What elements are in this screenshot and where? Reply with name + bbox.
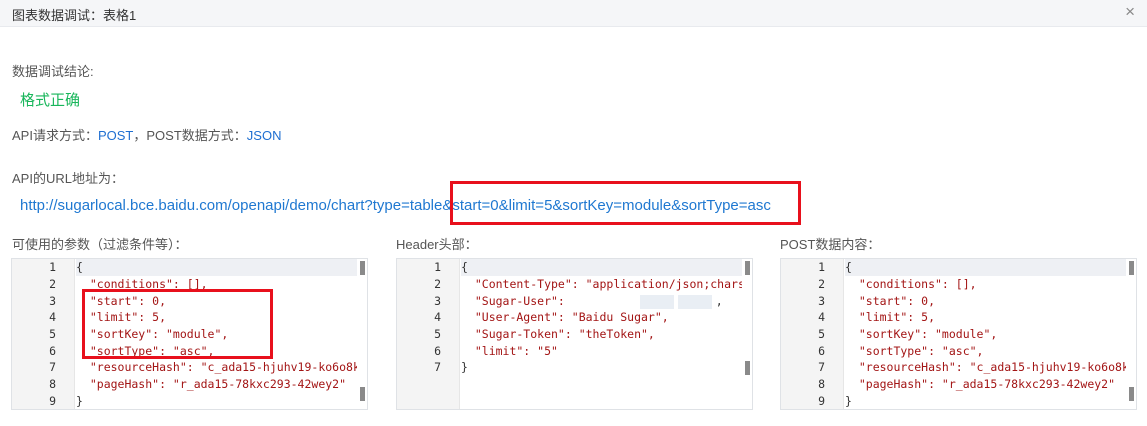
- line-number: 1: [434, 260, 441, 274]
- line-number: 5: [49, 327, 56, 341]
- line-number: 7: [49, 360, 56, 374]
- line-number: 8: [49, 377, 56, 391]
- code-line: {: [76, 260, 83, 274]
- code-line: "start": 0,: [845, 294, 936, 308]
- scrollbar-thumb[interactable]: [1129, 261, 1134, 275]
- line-number: 5: [434, 327, 441, 341]
- code-line: "limit": 5,: [845, 310, 936, 324]
- line-number: 2: [49, 277, 56, 291]
- api-method-value: POST: [97, 128, 134, 143]
- code-line: "limit": 5,: [76, 310, 167, 324]
- dialog-titlebar: 图表数据调试：表格1 ×: [0, 0, 1147, 27]
- line-number: 4: [818, 310, 825, 324]
- code-line: }: [845, 394, 852, 408]
- code-line: }: [461, 360, 468, 374]
- api-method-line: API请求方式：POST，POST数据方式：JSON: [12, 125, 281, 144]
- line-number: 9: [818, 394, 825, 408]
- scrollbar-thumb[interactable]: [360, 387, 365, 401]
- scrollbar-thumb[interactable]: [360, 261, 365, 275]
- params-code[interactable]: { "conditions": [], "start": 0, "limit":…: [76, 259, 357, 409]
- post-code[interactable]: { "conditions": [], "start": 0, "limit":…: [845, 259, 1126, 409]
- header-gutter: 1 2 3 4 5 6 7: [397, 259, 460, 409]
- post-editor[interactable]: 1 2 3 4 5 6 7 8 9 { "conditions": [], "s…: [780, 258, 1137, 410]
- result-label: 数据调试结论:: [12, 64, 94, 79]
- sugar-user-key: "Sugar-User":: [461, 294, 572, 308]
- params-editor[interactable]: 1 2 3 4 5 6 7 8 9 { "conditions": [], "s…: [11, 258, 368, 410]
- line-number: 1: [49, 260, 56, 274]
- code-line: "resourceHash": "c_ada15-hjuhv19-ko6o8k"…: [76, 360, 357, 374]
- code-line: "Sugar-Token": "theToken",: [461, 327, 655, 341]
- code-line: "User-Agent": "Baidu Sugar",: [461, 310, 669, 324]
- line-number: 6: [49, 344, 56, 358]
- line-number: 3: [49, 294, 56, 308]
- result-value: 格式正确: [20, 92, 81, 109]
- header-editor[interactable]: 1 2 3 4 5 6 7 { "Content-Type": "applica…: [396, 258, 753, 410]
- line-number: 6: [434, 344, 441, 358]
- code-line: {: [461, 260, 468, 274]
- api-post-format: JSON: [246, 128, 282, 143]
- code-line: "start": 0,: [76, 294, 167, 308]
- line-number: 4: [434, 310, 441, 324]
- code-line: "conditions": [],: [845, 277, 977, 291]
- code-line: "sortKey": "module",: [76, 327, 229, 341]
- api-method-prefix: API请求方式：: [12, 128, 98, 143]
- code-line: "resourceHash": "c_ada15-hjuhv19-ko6o8k"…: [845, 360, 1126, 374]
- line-number: 3: [818, 294, 825, 308]
- scrollbar-thumb[interactable]: [1129, 387, 1134, 401]
- post-gutter: 1 2 3 4 5 6 7 8 9: [781, 259, 844, 409]
- post-label: POST数据内容：: [780, 237, 881, 252]
- line-number: 1: [818, 260, 825, 274]
- code-line: "limit": "5": [461, 344, 558, 358]
- active-line-highlight: [461, 259, 742, 276]
- line-number: 2: [818, 277, 825, 291]
- line-number: 2: [434, 277, 441, 291]
- scrollbar-thumb[interactable]: [745, 361, 750, 375]
- code-line: "pageHash": "r_ada15-78kxc293-42wey2": [845, 377, 1116, 391]
- active-line-highlight: [76, 259, 357, 276]
- params-gutter: 1 2 3 4 5 6 7 8 9: [12, 259, 75, 409]
- redacted-value: [677, 294, 712, 309]
- code-line: "Sugar-User": ,: [461, 294, 723, 309]
- code-line: }: [76, 394, 83, 408]
- url-label: API的URL地址为：: [12, 171, 124, 186]
- api-url-link[interactable]: http://sugarlocal.bce.baidu.com/openapi/…: [20, 197, 771, 214]
- close-icon[interactable]: ×: [1125, 2, 1135, 22]
- line-number: 7: [434, 360, 441, 374]
- dialog-title: 图表数据调试：表格1: [12, 8, 137, 23]
- line-number: 7: [818, 360, 825, 374]
- line-number: 5: [818, 327, 825, 341]
- api-post-prefix: ，POST数据方式：: [133, 128, 247, 143]
- header-code[interactable]: { "Content-Type": "application/json;char…: [461, 259, 742, 409]
- code-line: "sortKey": "module",: [845, 327, 998, 341]
- code-line: "sortType": "asc",: [76, 344, 215, 358]
- code-line: "Content-Type": "application/json;charse…: [461, 277, 742, 291]
- redacted-value: [639, 294, 674, 309]
- params-label: 可使用的参数（过滤条件等）：: [12, 237, 188, 252]
- code-line: "conditions": [],: [76, 277, 208, 291]
- code-line: {: [845, 260, 852, 274]
- code-line: "pageHash": "r_ada15-78kxc293-42wey2": [76, 377, 347, 391]
- code-line: "sortType": "asc",: [845, 344, 984, 358]
- active-line-highlight: [845, 259, 1126, 276]
- line-number: 9: [49, 394, 56, 408]
- line-number: 4: [49, 310, 56, 324]
- line-number: 8: [818, 377, 825, 391]
- line-number: 6: [818, 344, 825, 358]
- line-number: 3: [434, 294, 441, 308]
- scrollbar-thumb[interactable]: [745, 261, 750, 275]
- header-label: Header头部：: [396, 237, 478, 252]
